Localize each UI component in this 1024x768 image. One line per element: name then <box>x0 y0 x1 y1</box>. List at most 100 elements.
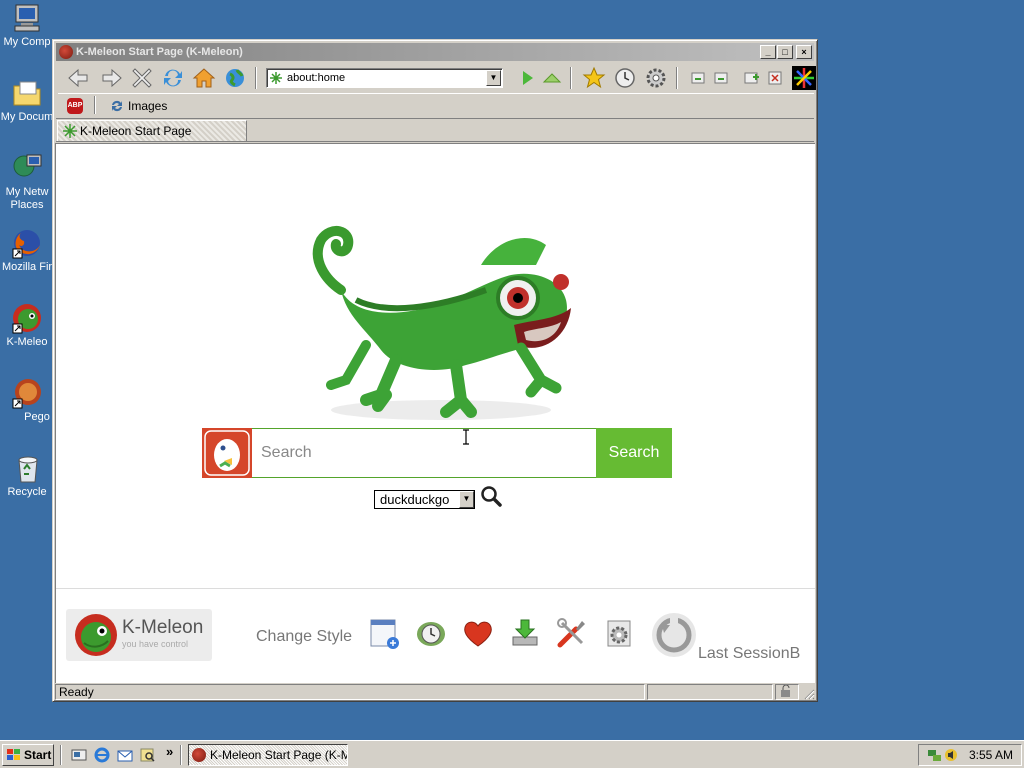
desktop-icon-firefox[interactable]: Mozilla Fir <box>0 227 54 274</box>
network-places-icon <box>11 152 43 184</box>
taskbar-separator <box>180 745 182 765</box>
gear-icon <box>646 68 666 88</box>
favorites-heart-icon[interactable] <box>460 615 496 651</box>
go-globe-button[interactable] <box>223 66 247 90</box>
tools-icon[interactable] <box>554 615 590 651</box>
show-desktop-icon[interactable] <box>71 747 87 763</box>
quick-launch-chevron-icon[interactable]: » <box>166 744 173 759</box>
media-search-icon[interactable] <box>140 747 156 763</box>
change-style-link[interactable]: Change Style <box>256 628 352 646</box>
window-controls: _ □ × <box>759 45 812 59</box>
toolbar-separator <box>255 67 257 89</box>
window-prev-icon <box>691 72 705 84</box>
back-button[interactable] <box>67 66 91 90</box>
url-dropdown-button[interactable]: ▼ <box>486 70 501 86</box>
duckduckgo-logo-icon <box>202 428 252 478</box>
secondary-toolbar: ABP Images <box>58 93 814 117</box>
last-session-label: Last SessionB <box>698 645 801 662</box>
stop-x-icon <box>132 68 152 88</box>
reload-button[interactable] <box>161 66 185 90</box>
new-layer-button[interactable] <box>740 66 764 90</box>
desktop-icon-label: My Netw <box>5 186 49 198</box>
engine-dropdown-button[interactable]: ▼ <box>459 491 474 508</box>
desktop-icon-label: Pego <box>24 411 50 423</box>
last-session-button[interactable]: Last SessionB <box>650 609 805 669</box>
history-clock-icon[interactable] <box>413 615 449 651</box>
images-refresh-icon <box>112 100 122 112</box>
taskbar-kmeleon-button[interactable]: K-Meleon Start Page (K-M... <box>188 744 348 766</box>
taskbar: Start » K-Meleon Start Page (K-M... 3:55… <box>0 740 1024 768</box>
tab-bar: K-Meleon Start Page <box>56 118 814 142</box>
desktop-icon-kmeleon[interactable]: K-Meleo <box>0 302 54 349</box>
layer-prev-button[interactable] <box>686 66 710 90</box>
maximize-button[interactable]: □ <box>777 45 793 59</box>
downloads-icon[interactable] <box>507 615 543 651</box>
desktop-icon-recycle-bin[interactable]: Recycle <box>0 452 54 499</box>
desktop-icon-my-computer[interactable]: My Comp <box>0 2 54 49</box>
search-input[interactable] <box>252 428 596 478</box>
stop-button[interactable] <box>130 66 154 90</box>
url-input[interactable] <box>287 71 482 85</box>
throbber <box>792 66 816 90</box>
taskbar-separator <box>60 745 62 765</box>
title-bar[interactable]: K-Meleon Start Page (K-Meleon) _ □ × <box>56 43 814 61</box>
tab-kmeleon-start-page[interactable]: K-Meleon Start Page <box>57 120 247 141</box>
my-computer-icon <box>11 2 43 34</box>
globe-icon <box>226 69 244 87</box>
tab-favicon-icon <box>63 124 77 138</box>
toolbar-separator <box>676 67 678 89</box>
url-bar[interactable]: ▼ <box>266 68 503 88</box>
start-button[interactable]: Start <box>2 744 54 766</box>
brand-tagline: you have control <box>122 639 189 649</box>
network-tray-icon[interactable] <box>927 747 943 763</box>
pego-icon <box>11 377 43 409</box>
magnifier-icon[interactable] <box>479 484 503 508</box>
history-button[interactable] <box>613 66 637 90</box>
status-bar: Ready <box>55 684 815 700</box>
windows-flag-icon <box>7 749 20 760</box>
kmeleon-brand[interactable]: K-Meleon you have control <box>66 609 212 661</box>
new-tab-page-icon[interactable] <box>366 615 402 651</box>
desktop-icon-pego[interactable]: Pego <box>0 377 54 424</box>
preferences-button[interactable] <box>644 66 668 90</box>
outlook-express-icon[interactable] <box>117 747 133 763</box>
restore-session-icon <box>652 613 696 657</box>
layer-next-button[interactable] <box>709 66 733 90</box>
desktop-icon-network-places[interactable]: My Netw Places <box>0 152 54 212</box>
kmeleon-app-icon[interactable] <box>59 45 73 59</box>
images-toggle-button[interactable]: Images <box>108 97 167 115</box>
search-button[interactable]: Search <box>596 428 672 478</box>
up-button[interactable] <box>540 66 564 90</box>
brand-name: K-Meleon <box>122 617 204 638</box>
resize-grip-icon[interactable] <box>803 688 815 700</box>
close-layer-button[interactable] <box>763 66 787 90</box>
adblock-plus-icon[interactable]: ABP <box>67 98 83 114</box>
chameleon-mascot-image <box>312 226 571 420</box>
duck-icon <box>204 430 250 476</box>
toolbar-separator <box>94 96 96 114</box>
status-progress <box>647 684 773 700</box>
close-button[interactable]: × <box>796 45 812 59</box>
content-divider <box>56 588 815 589</box>
status-security[interactable] <box>775 684 799 700</box>
window-title: K-Meleon Start Page (K-Meleon) <box>76 46 243 58</box>
bookmarks-button[interactable] <box>582 66 606 90</box>
go-button[interactable] <box>515 66 539 90</box>
volume-tray-icon[interactable] <box>943 747 959 763</box>
settings-gear-icon[interactable] <box>601 615 637 651</box>
system-tray: 3:55 AM <box>918 744 1022 766</box>
toolbar-separator <box>570 67 572 89</box>
forward-arrow-icon <box>102 68 122 88</box>
search-engine-select[interactable]: duckduckgo ▼ <box>374 490 475 509</box>
window-next-icon <box>714 72 728 84</box>
desktop-icon-my-documents[interactable]: My Docum <box>0 77 54 124</box>
search-engine-value: duckduckgo <box>380 492 450 507</box>
home-button[interactable] <box>192 66 216 90</box>
text-cursor-icon <box>463 429 469 445</box>
clock[interactable]: 3:55 AM <box>969 745 1013 765</box>
back-arrow-icon <box>68 68 88 88</box>
internet-explorer-icon[interactable] <box>94 747 110 763</box>
window-close-icon <box>768 71 782 85</box>
minimize-button[interactable]: _ <box>760 45 776 59</box>
forward-button[interactable] <box>99 66 123 90</box>
